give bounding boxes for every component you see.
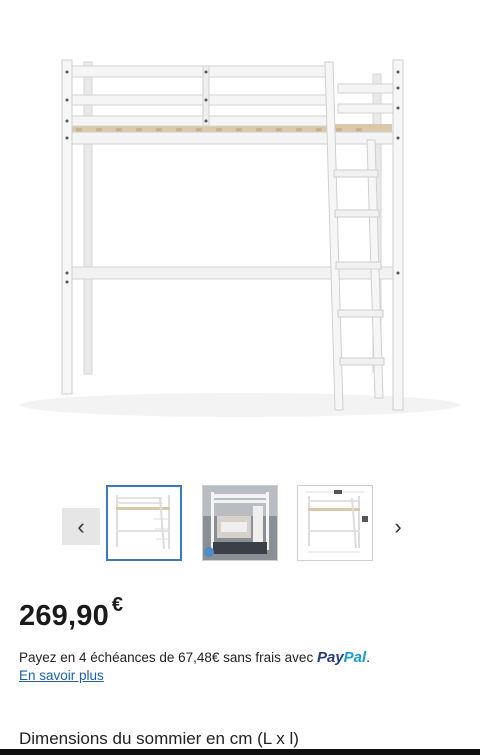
thumbnail-1-image bbox=[108, 487, 180, 559]
dimensions-heading: Dimensions du sommier en cm (L x l) bbox=[19, 729, 299, 748]
thumbnail-2-image bbox=[203, 486, 277, 560]
installments-text: Payez en 4 échéances de 67,48€ sans frai… bbox=[19, 650, 314, 665]
gallery-next-button[interactable]: › bbox=[386, 508, 410, 545]
price-currency: € bbox=[111, 594, 124, 616]
gallery-prev-button[interactable]: ‹ bbox=[62, 508, 100, 545]
bottom-edge bbox=[0, 749, 480, 755]
paypal-logo: PayPal bbox=[316, 649, 367, 666]
price-amount: 269,90 bbox=[19, 600, 109, 632]
loft-bed-image bbox=[20, 59, 460, 417]
chevron-right-icon: › bbox=[394, 513, 402, 539]
thumbnail-gallery: ‹ › bbox=[0, 478, 480, 568]
chevron-left-icon: ‹ bbox=[77, 513, 85, 539]
learn-more-link[interactable]: En savoir plus bbox=[19, 668, 104, 683]
installments-suffix: . bbox=[366, 650, 370, 665]
thumbnail-1[interactable] bbox=[106, 485, 182, 561]
thumbnail-3[interactable] bbox=[297, 485, 373, 561]
thumbnail-3-image bbox=[298, 486, 372, 560]
product-price: 269,90 € bbox=[19, 594, 123, 633]
thumbnail-2[interactable] bbox=[202, 485, 278, 561]
paypal-installments: Payez en 4 échéances de 67,48€ sans frai… bbox=[19, 649, 370, 666]
product-image[interactable] bbox=[0, 0, 480, 440]
